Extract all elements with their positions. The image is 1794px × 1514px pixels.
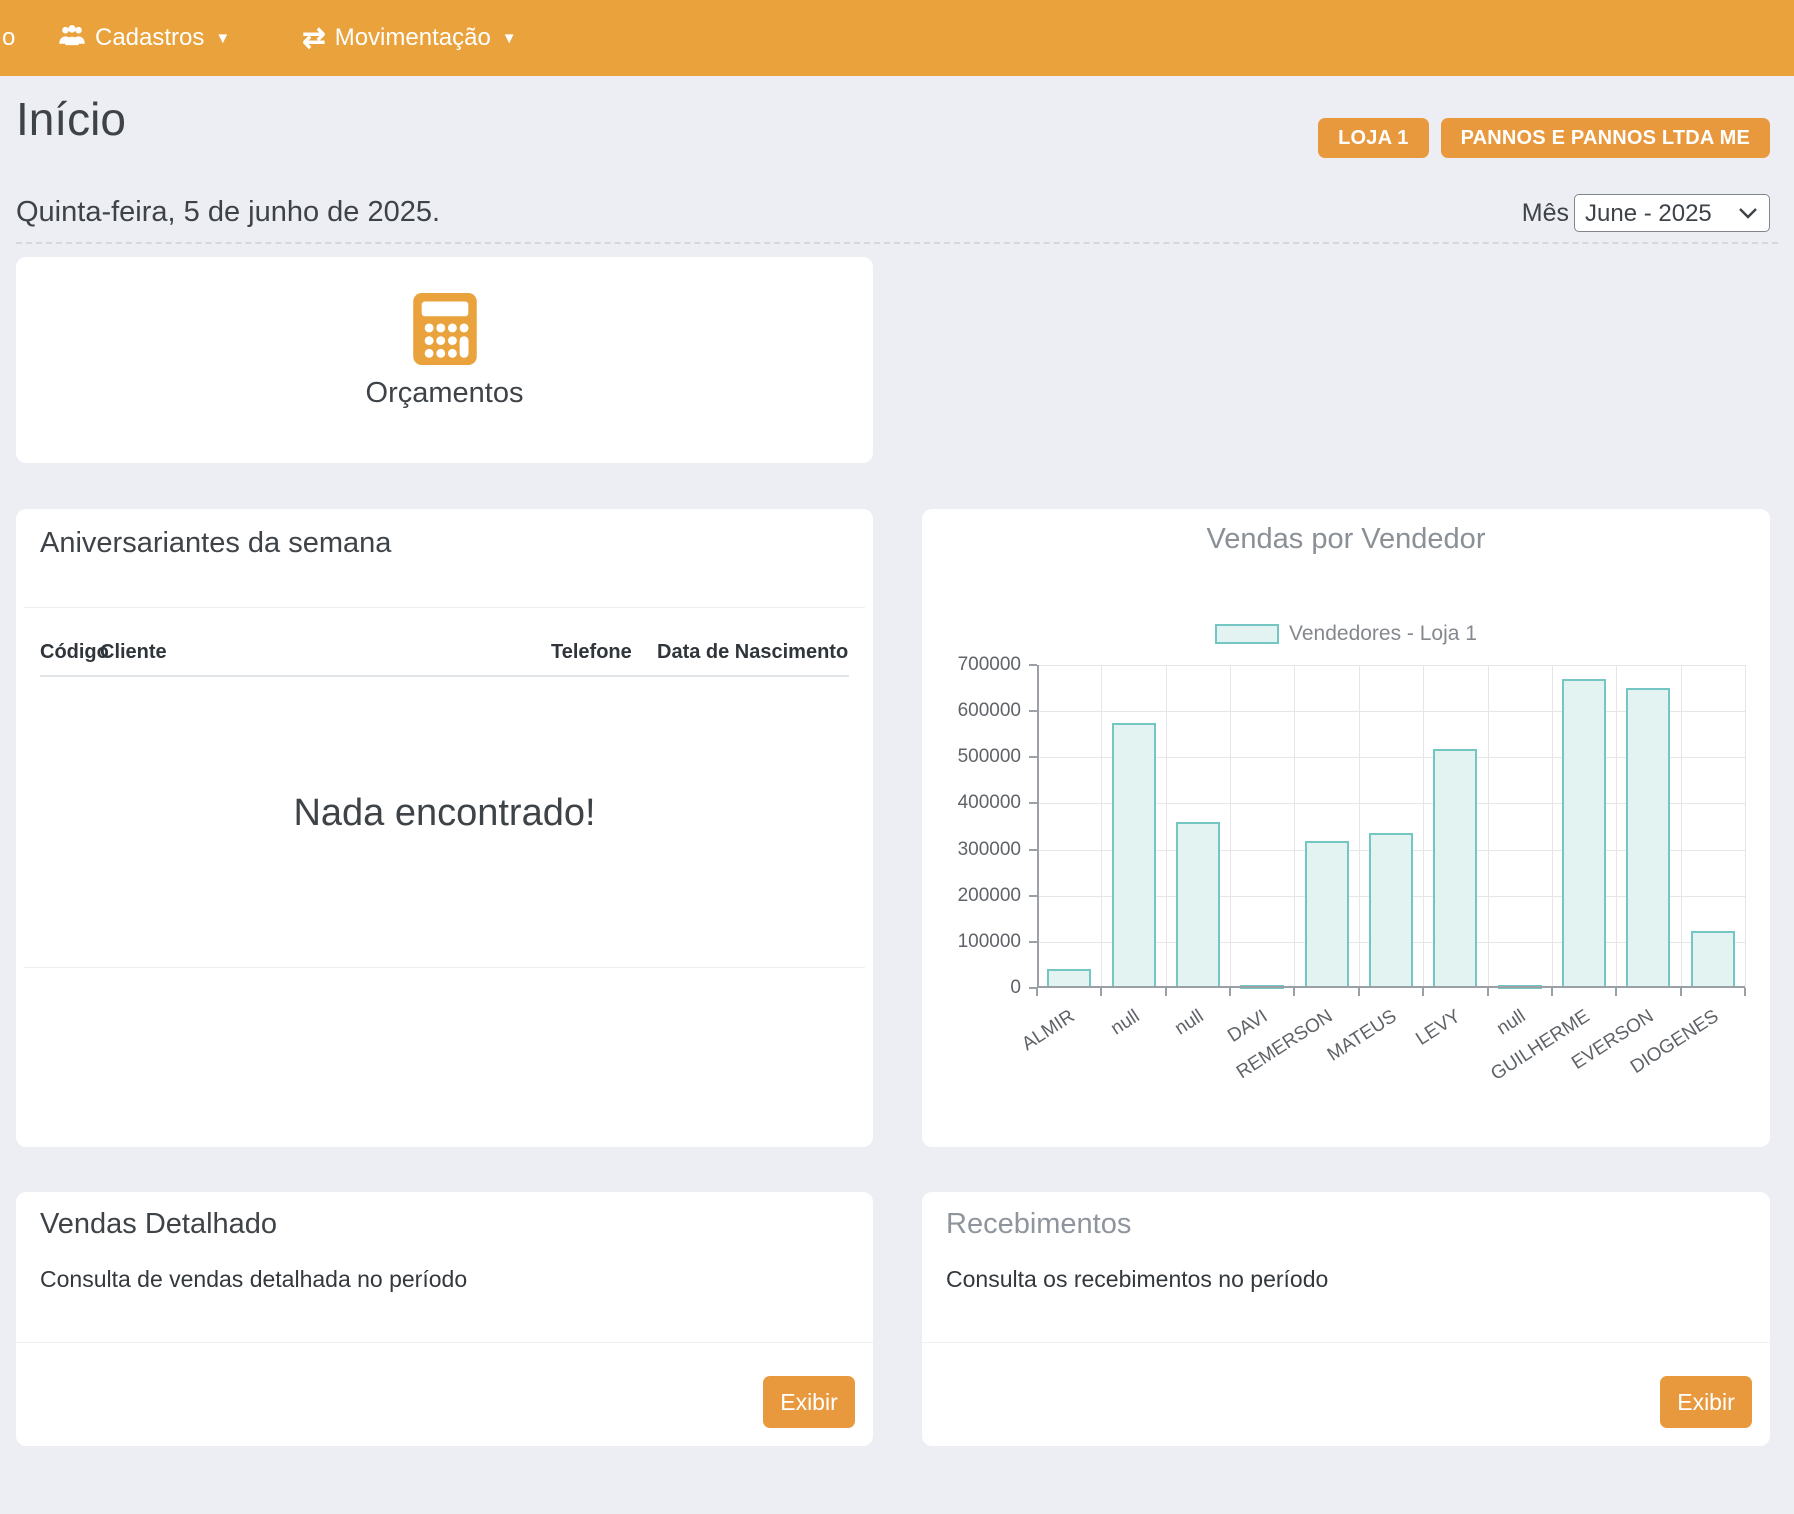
page-title: Início	[16, 92, 126, 146]
users-icon	[58, 24, 86, 53]
x-tick	[1165, 988, 1167, 996]
nav-item-label: Cadastros	[95, 24, 204, 52]
gridline	[1745, 665, 1746, 988]
y-axis-label: 100000	[922, 931, 1021, 953]
y-axis-label: 0	[922, 977, 1021, 999]
y-tick	[1029, 710, 1037, 712]
y-axis-label: 300000	[922, 839, 1021, 861]
exchange-icon: ⇄	[302, 24, 325, 52]
vendas-detalhado-title: Vendas Detalhado	[40, 1208, 277, 1241]
vendas-detalhado-description: Consulta de vendas detalhada no período	[40, 1266, 467, 1293]
column-header-nascimento: Data de Nascimento	[657, 641, 849, 664]
chevron-down-icon: ▼	[215, 30, 230, 47]
divider	[16, 1342, 873, 1343]
x-tick	[1100, 988, 1102, 996]
x-tick	[1551, 988, 1553, 996]
y-tick	[1029, 664, 1037, 666]
store-badges: LOJA 1 PANNOS E PANNOS LTDA ME	[1318, 118, 1770, 158]
store-badge-button[interactable]: LOJA 1	[1318, 118, 1428, 158]
sales-chart-card: Vendas por Vendedor Vendedores - Loja 1 …	[922, 509, 1770, 1147]
month-select[interactable]: June - 2025	[1574, 194, 1770, 232]
y-tick	[1029, 802, 1037, 804]
vendas-detalhado-card: Vendas Detalhado Consulta de vendas deta…	[16, 1192, 873, 1446]
recebimentos-card: Recebimentos Consulta os recebimentos no…	[922, 1192, 1770, 1446]
dashboard-page: o Cadastros ▼ ⇄ Movimentação ▼ Início	[0, 0, 1794, 1514]
sales-chart: 0 100000 200000 300000 400000 500000 600000 700…	[922, 509, 1770, 1147]
y-axis-label: 600000	[922, 700, 1021, 722]
nav-overflow-item[interactable]: o	[2, 24, 16, 52]
divider	[24, 607, 865, 608]
top-navbar: o Cadastros ▼ ⇄ Movimentação ▼	[0, 0, 1794, 76]
column-header-codigo: Código	[40, 641, 100, 664]
birthdays-card: Aniversariantes da semana Código Cliente…	[16, 509, 873, 1147]
birthdays-card-title: Aniversariantes da semana	[40, 527, 391, 560]
divider	[24, 967, 865, 968]
y-axis-label: 500000	[922, 746, 1021, 768]
y-axis-label: 400000	[922, 792, 1021, 814]
vendas-detalhado-exibir-button[interactable]: Exibir	[763, 1376, 855, 1428]
x-tick	[1036, 988, 1038, 996]
nav-item-cadastros[interactable]: Cadastros ▼	[58, 24, 230, 53]
recebimentos-description: Consulta os recebimentos no período	[946, 1266, 1328, 1293]
x-tick	[1358, 988, 1360, 996]
y-tick	[1029, 756, 1037, 758]
y-axis-label: 200000	[922, 885, 1021, 907]
empty-table-message: Nada encontrado!	[16, 792, 873, 835]
month-label: Mês	[1522, 199, 1569, 228]
divider	[922, 1342, 1770, 1343]
x-tick	[1293, 988, 1295, 996]
orcamentos-label: Orçamentos	[16, 377, 873, 410]
recebimentos-exibir-button[interactable]: Exibir	[1660, 1376, 1752, 1428]
y-tick	[1029, 941, 1037, 943]
chart-axes	[1037, 665, 1745, 988]
month-picker: Mês June - 2025	[1522, 194, 1770, 232]
y-tick	[1029, 849, 1037, 851]
column-header-cliente: Cliente	[100, 641, 551, 664]
dashed-separator	[16, 242, 1778, 244]
x-tick	[1680, 988, 1682, 996]
orcamentos-shortcut-card[interactable]: Orçamentos	[16, 257, 873, 463]
x-tick	[1615, 988, 1617, 996]
nav-item-label: Movimentação	[335, 24, 491, 52]
x-tick	[1744, 988, 1746, 996]
x-tick	[1487, 988, 1489, 996]
x-tick	[1229, 988, 1231, 996]
x-tick	[1422, 988, 1424, 996]
birthdays-table-header: Código Cliente Telefone Data de Nascimen…	[40, 629, 849, 677]
nav-item-movimentacao[interactable]: ⇄ Movimentação ▼	[302, 24, 516, 52]
y-axis-label: 700000	[922, 654, 1021, 676]
y-tick	[1029, 895, 1037, 897]
calculator-icon	[413, 293, 477, 370]
column-header-telefone: Telefone	[551, 641, 639, 664]
chevron-down-icon: ▼	[502, 30, 517, 47]
recebimentos-title: Recebimentos	[946, 1208, 1131, 1241]
company-badge-button[interactable]: PANNOS E PANNOS LTDA ME	[1441, 118, 1770, 158]
current-date-text: Quinta-feira, 5 de junho de 2025.	[16, 196, 440, 229]
